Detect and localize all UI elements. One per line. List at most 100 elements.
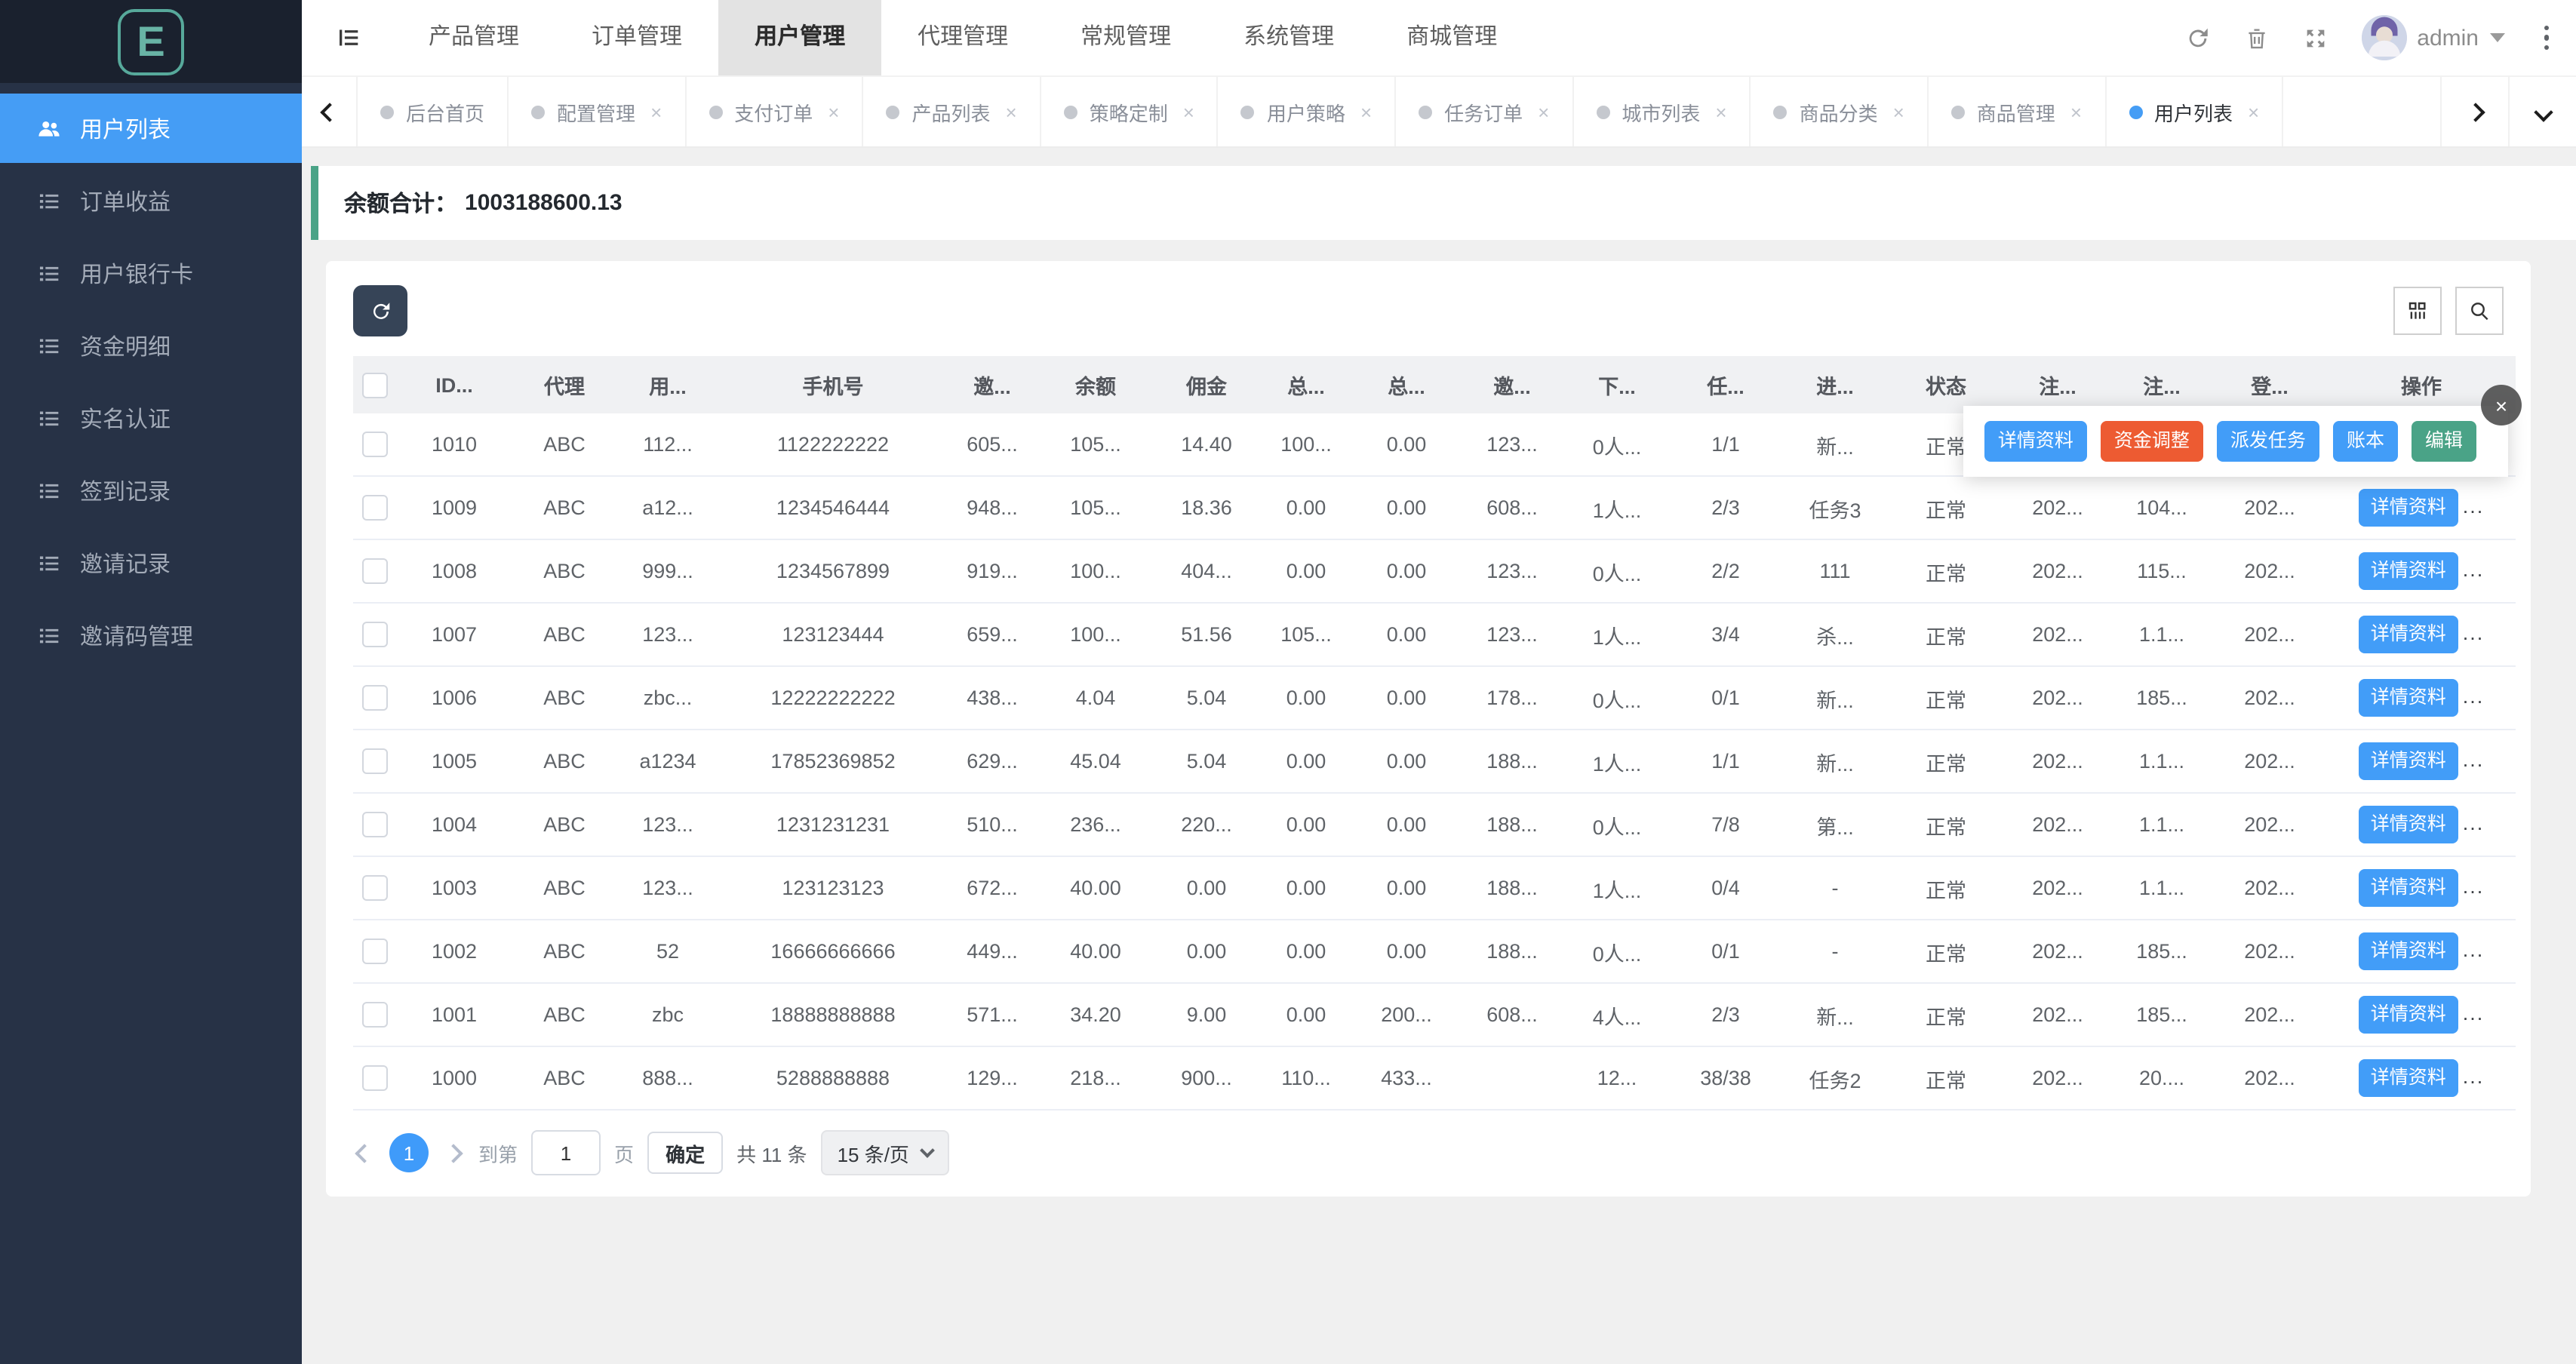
row-more-actions[interactable]: ... bbox=[2463, 1065, 2485, 1088]
row-more-actions[interactable]: ... bbox=[2463, 495, 2485, 518]
row-checkbox[interactable] bbox=[362, 939, 388, 964]
row-detail-button[interactable]: 详情资料 bbox=[2359, 489, 2458, 527]
row-more-actions[interactable]: ... bbox=[2463, 875, 2485, 898]
tab-close-icon[interactable]: × bbox=[1715, 100, 1726, 123]
row-checkbox[interactable] bbox=[362, 1065, 388, 1091]
tab-close-icon[interactable]: × bbox=[2248, 100, 2259, 123]
tab-close-icon[interactable]: × bbox=[1006, 100, 1017, 123]
page-size-select[interactable]: 15 条/页 bbox=[821, 1130, 950, 1175]
tab-7[interactable]: 城市列表× bbox=[1573, 77, 1751, 146]
sidebar-item-5[interactable]: 签到记录 bbox=[0, 456, 302, 525]
sidebar-item-7[interactable]: 邀请码管理 bbox=[0, 601, 302, 670]
row-detail-button[interactable]: 详情资料 bbox=[2359, 1059, 2458, 1097]
row-detail-button[interactable]: 详情资料 bbox=[2359, 679, 2458, 717]
row-detail-button[interactable]: 详情资料 bbox=[2359, 932, 2458, 970]
tab-1[interactable]: 配置管理× bbox=[509, 77, 686, 146]
tab-2[interactable]: 支付订单× bbox=[686, 77, 863, 146]
tab-0[interactable]: 后台首页 bbox=[358, 77, 509, 146]
sidebar-item-4[interactable]: 实名认证 bbox=[0, 383, 302, 453]
row-more-actions[interactable]: ... bbox=[2463, 558, 2485, 581]
row-more-actions[interactable]: ... bbox=[2463, 1002, 2485, 1025]
app-logo[interactable]: E bbox=[118, 8, 184, 75]
next-page-button[interactable] bbox=[442, 1146, 465, 1160]
row-detail-button[interactable]: 详情资料 bbox=[2359, 806, 2458, 843]
tab-9[interactable]: 商品管理× bbox=[1929, 77, 2106, 146]
tab-close-icon[interactable]: × bbox=[1360, 100, 1372, 123]
fullscreen-icon[interactable] bbox=[2302, 25, 2328, 51]
tab-close-icon[interactable]: × bbox=[1183, 100, 1194, 123]
row-actions-cell: 详情资料... bbox=[2327, 730, 2516, 793]
tab-close-icon[interactable]: × bbox=[828, 100, 839, 123]
popup-action-button-0[interactable]: 详情资料 bbox=[1984, 421, 2087, 462]
row-checkbox[interactable] bbox=[362, 875, 388, 901]
list-icon bbox=[36, 405, 62, 431]
row-checkbox[interactable] bbox=[362, 558, 388, 584]
cell: 1007 bbox=[397, 603, 512, 666]
table-search-button[interactable] bbox=[2455, 287, 2504, 335]
tabs-dropdown-button[interactable] bbox=[2508, 77, 2576, 146]
topnav-item-0[interactable]: 产品管理 bbox=[392, 0, 555, 75]
topnav-item-6[interactable]: 商城管理 bbox=[1370, 0, 1533, 75]
sidebar-item-2[interactable]: 用户银行卡 bbox=[0, 238, 302, 308]
row-detail-button[interactable]: 详情资料 bbox=[2359, 869, 2458, 907]
tab-5[interactable]: 用户策略× bbox=[1219, 77, 1396, 146]
goto-page-input[interactable] bbox=[531, 1130, 601, 1175]
confirm-page-button[interactable]: 确定 bbox=[647, 1132, 723, 1174]
tabs-scroll-left-button[interactable] bbox=[302, 77, 358, 146]
row-checkbox[interactable] bbox=[362, 812, 388, 837]
topnav-item-4[interactable]: 常规管理 bbox=[1044, 0, 1207, 75]
tab-4[interactable]: 策略定制× bbox=[1041, 77, 1219, 146]
topnav-item-5[interactable]: 系统管理 bbox=[1207, 0, 1370, 75]
cell: 新... bbox=[1782, 730, 1888, 793]
row-checkbox[interactable] bbox=[362, 622, 388, 647]
tab-close-icon[interactable]: × bbox=[2070, 100, 2082, 123]
sidebar-item-6[interactable]: 邀请记录 bbox=[0, 528, 302, 598]
user-menu[interactable]: admin bbox=[2361, 15, 2504, 60]
row-detail-button[interactable]: 详情资料 bbox=[2359, 552, 2458, 590]
topnav-item-1[interactable]: 订单管理 bbox=[555, 0, 718, 75]
sidebar-menu: 用户列表订单收益用户银行卡资金明细实名认证签到记录邀请记录邀请码管理 bbox=[0, 83, 302, 673]
tab-6[interactable]: 任务订单× bbox=[1396, 77, 1573, 146]
tab-close-icon[interactable]: × bbox=[1893, 100, 1904, 123]
collapse-menu-icon[interactable] bbox=[302, 24, 392, 51]
avatar[interactable] bbox=[2361, 15, 2406, 60]
tab-8[interactable]: 商品分类× bbox=[1751, 77, 1929, 146]
tab-close-icon[interactable]: × bbox=[1538, 100, 1549, 123]
tab-10[interactable]: 用户列表× bbox=[2106, 77, 2283, 146]
row-checkbox[interactable] bbox=[362, 748, 388, 774]
popup-action-button-1[interactable]: 资金调整 bbox=[2101, 421, 2203, 462]
select-all-checkbox[interactable] bbox=[362, 372, 388, 398]
sidebar-item-0[interactable]: 用户列表 bbox=[0, 94, 302, 163]
trash-icon[interactable] bbox=[2243, 25, 2269, 51]
row-detail-button[interactable]: 详情资料 bbox=[2359, 996, 2458, 1034]
row-checkbox[interactable] bbox=[362, 1002, 388, 1028]
tab-3[interactable]: 产品列表× bbox=[863, 77, 1041, 146]
row-more-actions[interactable]: ... bbox=[2463, 812, 2485, 834]
popup-action-button-2[interactable]: 派发任务 bbox=[2217, 421, 2319, 462]
kebab-menu-icon[interactable] bbox=[2538, 20, 2555, 57]
page-button-1[interactable]: 1 bbox=[389, 1133, 429, 1172]
refresh-icon[interactable] bbox=[2184, 25, 2210, 51]
row-detail-button[interactable]: 详情资料 bbox=[2359, 742, 2458, 780]
row-checkbox[interactable] bbox=[362, 495, 388, 521]
row-more-actions[interactable]: ... bbox=[2463, 939, 2485, 961]
popup-action-button-4[interactable]: 编辑 bbox=[2412, 421, 2476, 462]
topnav-item-2[interactable]: 用户管理 bbox=[718, 0, 881, 75]
column-settings-button[interactable] bbox=[2393, 287, 2442, 335]
topnav-item-3[interactable]: 代理管理 bbox=[881, 0, 1044, 75]
sidebar-item-3[interactable]: 资金明细 bbox=[0, 311, 302, 380]
row-checkbox[interactable] bbox=[362, 685, 388, 711]
popup-close-icon[interactable]: × bbox=[2481, 385, 2522, 425]
table-refresh-button[interactable] bbox=[353, 285, 407, 336]
row-more-actions[interactable]: ... bbox=[2463, 622, 2485, 644]
row-more-actions[interactable]: ... bbox=[2463, 685, 2485, 708]
sidebar-item-1[interactable]: 订单收益 bbox=[0, 166, 302, 235]
tabs-scroll-right-button[interactable] bbox=[2440, 77, 2508, 146]
popup-action-button-3[interactable]: 账本 bbox=[2333, 421, 2398, 462]
row-checkbox[interactable] bbox=[362, 432, 388, 457]
prev-page-button[interactable] bbox=[353, 1146, 376, 1160]
row-detail-button[interactable]: 详情资料 bbox=[2359, 616, 2458, 653]
cell: 185... bbox=[2111, 920, 2212, 983]
tab-close-icon[interactable]: × bbox=[650, 100, 662, 123]
row-more-actions[interactable]: ... bbox=[2463, 748, 2485, 771]
